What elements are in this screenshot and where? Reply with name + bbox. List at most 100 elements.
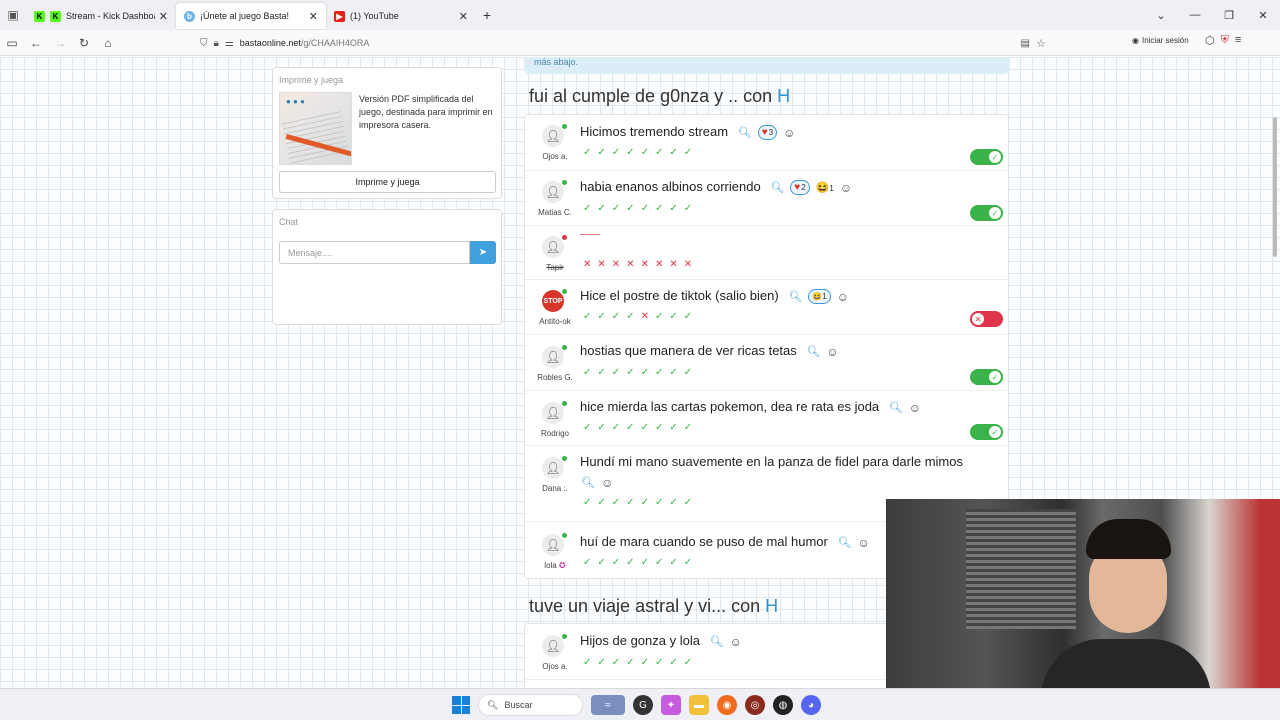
forward-button[interactable]: → bbox=[48, 36, 72, 50]
sidebar-icon[interactable]: ▭ bbox=[0, 36, 24, 50]
username-row: lola ✪ bbox=[527, 561, 583, 570]
vote-check-icon: ✓ bbox=[597, 311, 612, 322]
close-window-button[interactable]: ✕ bbox=[1246, 9, 1280, 22]
add-reaction-icon[interactable]: ☺ bbox=[857, 536, 869, 550]
reader-view-icon[interactable]: ▤ bbox=[1021, 38, 1030, 49]
search-icon[interactable]: 🔍︎ bbox=[838, 536, 852, 549]
tab-list-icon[interactable]: ▣ bbox=[0, 0, 26, 30]
vote-check-icon: ✓ bbox=[597, 422, 612, 433]
obs-icon[interactable]: ◎ bbox=[745, 695, 765, 715]
app-dark-icon[interactable]: ◍ bbox=[773, 695, 793, 715]
check-icon: ✓ bbox=[989, 371, 1001, 383]
app-g-icon[interactable]: G bbox=[633, 695, 653, 715]
username: Matias C. bbox=[538, 208, 572, 217]
minimize-button[interactable]: — bbox=[1178, 9, 1212, 21]
round-prompt: fui al cumple de g0nza y .. con bbox=[529, 86, 778, 106]
reload-button[interactable]: ↻ bbox=[72, 36, 96, 50]
tab-youtube[interactable]: ▶ (1) YouTube ✕ bbox=[326, 3, 476, 29]
extensions-icon[interactable]: ⬡ bbox=[1205, 34, 1215, 47]
laugh-reaction[interactable]: 😆1 bbox=[816, 181, 834, 194]
vote-check-icon: ✓ bbox=[611, 311, 627, 322]
heart-reaction[interactable]: ♥ 3 bbox=[757, 125, 778, 141]
discord-icon[interactable]: ◕ bbox=[801, 695, 821, 715]
vote-check-icon: ✓ bbox=[583, 147, 598, 158]
tab-label: (1) YouTube bbox=[350, 11, 399, 21]
taskbar-search[interactable]: 🔍︎ Buscar bbox=[478, 694, 583, 716]
vote-check-icon: ✓ bbox=[611, 147, 627, 158]
back-button[interactable]: ← bbox=[24, 36, 48, 50]
add-reaction-icon[interactable]: ☺ bbox=[783, 126, 795, 140]
permissions-icon[interactable]: ⚌ bbox=[225, 38, 234, 49]
vote-check-icon: ✓ bbox=[640, 557, 655, 568]
vote-check-icon: ✓ bbox=[654, 422, 670, 433]
valid-toggle[interactable]: ✓ bbox=[970, 205, 1003, 221]
close-tab-icon[interactable]: ✕ bbox=[459, 10, 468, 23]
vote-check-icon: ✓ bbox=[640, 422, 655, 433]
valid-toggle[interactable]: ✓ bbox=[970, 149, 1003, 165]
chat-send-button[interactable]: ➤ bbox=[470, 241, 496, 264]
maximize-button[interactable]: ❐ bbox=[1212, 9, 1246, 22]
username: Dana :. bbox=[542, 484, 568, 493]
tab-basta[interactable]: b ¡Únete al juego Basta! ✕ bbox=[176, 3, 326, 29]
chat-input[interactable]: Mensaje.... bbox=[279, 241, 470, 264]
heart-count: 2 bbox=[801, 183, 806, 193]
home-button[interactable]: ⌂ bbox=[96, 36, 120, 50]
valid-toggle[interactable]: ✓ bbox=[970, 424, 1003, 440]
close-tab-icon[interactable]: ✕ bbox=[309, 10, 318, 23]
add-reaction-icon[interactable]: ☺ bbox=[601, 476, 613, 490]
online-dot bbox=[562, 456, 567, 461]
online-dot bbox=[562, 180, 567, 185]
round-title: tuve un viaje astral y vi... con H bbox=[529, 596, 778, 617]
add-reaction-icon[interactable]: ☺ bbox=[909, 401, 921, 415]
url-host: bastaonline.net bbox=[239, 38, 301, 48]
vote-check-icon: ✓ bbox=[654, 497, 670, 508]
search-icon[interactable]: 🔍︎ bbox=[710, 635, 724, 648]
menu-icon[interactable]: ≡ bbox=[1235, 34, 1241, 47]
add-reaction-icon[interactable]: ☺ bbox=[840, 181, 852, 195]
windows-start-icon[interactable] bbox=[452, 696, 470, 714]
firefox-icon[interactable]: ◉ bbox=[717, 695, 737, 715]
vote-x-icon: ✕ bbox=[683, 259, 699, 270]
tab-kick[interactable]: K K Stream - Kick Dashboard ✕ bbox=[26, 3, 176, 29]
search-icon[interactable]: 🔍︎ bbox=[806, 345, 820, 358]
new-tab-button[interactable]: + bbox=[476, 7, 498, 23]
browser-navbar: ▭ ← → ↻ ⌂ ⛉ 🔒︎ ⚌ bastaonline.net/g/CHAAI… bbox=[0, 30, 1280, 56]
browser-tabbar: ▣ K K Stream - Kick Dashboard ✕ b ¡Únete… bbox=[0, 0, 1280, 30]
add-reaction-icon[interactable]: ☺ bbox=[837, 290, 849, 304]
signin-button[interactable]: ◉ Iniciar sesión bbox=[1132, 36, 1189, 45]
print-card: Imprime y juega ● ● ● Versión PDF simpli… bbox=[272, 67, 502, 199]
answer-row: 👤︎ Ojos a. Hicimos tremendo stream 🔍︎ ♥ 3… bbox=[525, 115, 1008, 171]
ublock-icon[interactable]: ⛨ bbox=[1221, 34, 1229, 47]
file-explorer-icon[interactable]: ▬ bbox=[689, 695, 709, 715]
vote-check-icon: ✓ bbox=[654, 203, 670, 214]
copilot-icon[interactable]: ✦ bbox=[661, 695, 681, 715]
tab-overflow-icon[interactable]: ⌄ bbox=[1144, 9, 1178, 22]
search-icon[interactable]: 🔍︎ bbox=[889, 401, 903, 414]
vote-check-icon: ✓ bbox=[597, 557, 612, 568]
add-reaction-icon[interactable]: ☺ bbox=[730, 635, 742, 649]
answer-text: Hice el postre de tiktok (salio bien) bbox=[580, 288, 779, 303]
vote-check-icon: ✓ bbox=[654, 311, 670, 322]
search-icon[interactable]: 🔍︎ bbox=[788, 290, 802, 303]
page-scrollbar[interactable] bbox=[1273, 117, 1277, 257]
vote-check-icon: ✓ bbox=[683, 422, 699, 433]
print-button[interactable]: Imprime y juega bbox=[279, 171, 496, 193]
vote-check-icon: ✓ bbox=[583, 497, 598, 508]
widgets-icon[interactable]: ≈ bbox=[591, 695, 625, 715]
close-tab-icon[interactable]: ✕ bbox=[159, 10, 168, 23]
heart-reaction[interactable]: ♥ 2 bbox=[790, 180, 810, 196]
address-bar[interactable]: ⛉ 🔒︎ ⚌ bastaonline.net/g/CHAAIH4ORA ▤ ☆ bbox=[200, 33, 1050, 53]
vote-check-icon: ✓ bbox=[583, 657, 598, 668]
valid-toggle[interactable]: ✕ bbox=[970, 311, 1003, 327]
shield-icon[interactable]: ⛉ bbox=[200, 38, 208, 49]
valid-toggle[interactable]: ✓ bbox=[970, 369, 1003, 385]
vote-x-icon: ✕ bbox=[640, 259, 655, 270]
bookmark-star-icon[interactable]: ☆ bbox=[1036, 37, 1046, 50]
laugh-reaction[interactable]: 😆1 bbox=[808, 289, 831, 305]
search-icon[interactable]: 🔍︎ bbox=[581, 476, 595, 489]
search-icon[interactable]: 🔍︎ bbox=[738, 126, 752, 139]
kick-icon: K bbox=[50, 10, 61, 22]
lock-icon[interactable]: 🔒︎ bbox=[214, 38, 219, 49]
search-icon[interactable]: 🔍︎ bbox=[770, 181, 784, 194]
add-reaction-icon[interactable]: ☺ bbox=[826, 345, 838, 359]
